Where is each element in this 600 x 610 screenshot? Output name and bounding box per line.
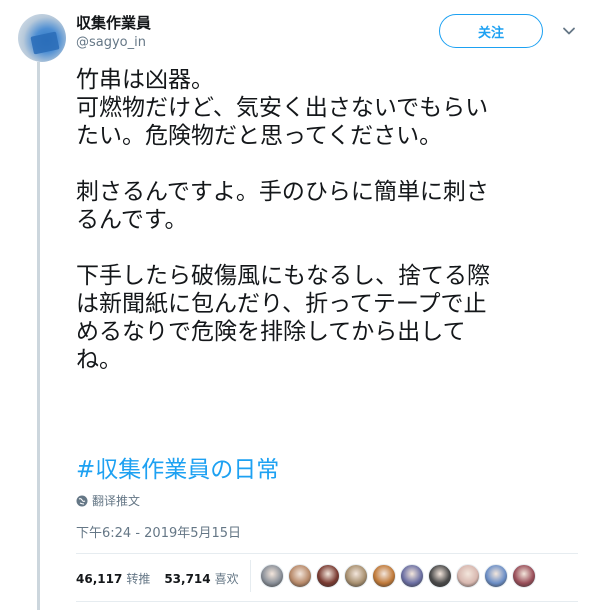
- tweet-line: 刺さるんですよ。手のひらに簡単に刺さ: [76, 179, 489, 205]
- follow-button[interactable]: 关注: [439, 14, 543, 48]
- author-display-name[interactable]: 収集作業員: [76, 12, 151, 33]
- engagement-stats: 46,117 转推 53,714 喜欢: [76, 570, 253, 587]
- tweet-line: 下手したら破傷風にもなるし、捨てる際: [76, 263, 490, 289]
- tweet-text: 竹串は凶器。 可燃物だけど、気安く出さないでもらい たい。危険物だと思ってくださ…: [76, 66, 576, 374]
- liker-avatar[interactable]: [344, 564, 368, 588]
- likes-stat[interactable]: 53,714 喜欢: [164, 570, 252, 587]
- liker-avatar[interactable]: [260, 564, 284, 588]
- tweet-line: めるなりで危険を排除してから出して: [76, 319, 466, 345]
- liker-avatar[interactable]: [288, 564, 312, 588]
- globe-icon: [76, 495, 88, 506]
- liker-avatar[interactable]: [400, 564, 424, 588]
- translate-tweet-link[interactable]: 翻译推文: [76, 492, 140, 509]
- divider: [250, 560, 251, 592]
- chevron-down-icon[interactable]: [560, 22, 578, 40]
- translate-label: 翻译推文: [92, 494, 141, 508]
- hashtag-link[interactable]: #収集作業員の日常: [76, 456, 279, 484]
- liker-avatar[interactable]: [512, 564, 536, 588]
- tweet-line: るんです。: [76, 207, 188, 233]
- retweets-label: 转推: [126, 572, 151, 586]
- liker-avatar[interactable]: [456, 564, 480, 588]
- tweet-line: 竹串は凶器。: [76, 67, 214, 93]
- retweets-stat[interactable]: 46,117 转推: [76, 570, 164, 587]
- liker-avatars: [260, 564, 540, 588]
- author-handle[interactable]: @sagyo_in: [76, 35, 146, 50]
- liker-avatar[interactable]: [484, 564, 508, 588]
- tweet-line: たい。危険物だと思ってください。: [76, 123, 443, 149]
- divider: [76, 601, 578, 602]
- divider: [76, 553, 578, 554]
- liker-avatar[interactable]: [316, 564, 340, 588]
- tweet-timestamp[interactable]: 下午6:24 - 2019年5月15日: [76, 522, 241, 541]
- likes-count: 53,714: [164, 572, 211, 586]
- liker-avatar[interactable]: [372, 564, 396, 588]
- retweets-count: 46,117: [76, 572, 123, 586]
- tweet-line: は新聞紙に包んだり、折ってテープで止: [76, 291, 487, 317]
- liker-avatar[interactable]: [428, 564, 452, 588]
- thread-connector-line: [37, 62, 40, 610]
- tweet-line: ね。: [76, 347, 122, 373]
- avatar[interactable]: [18, 14, 66, 62]
- likes-label: 喜欢: [214, 572, 239, 586]
- tweet-line: 可燃物だけど、気安く出さないでもらい: [76, 95, 489, 121]
